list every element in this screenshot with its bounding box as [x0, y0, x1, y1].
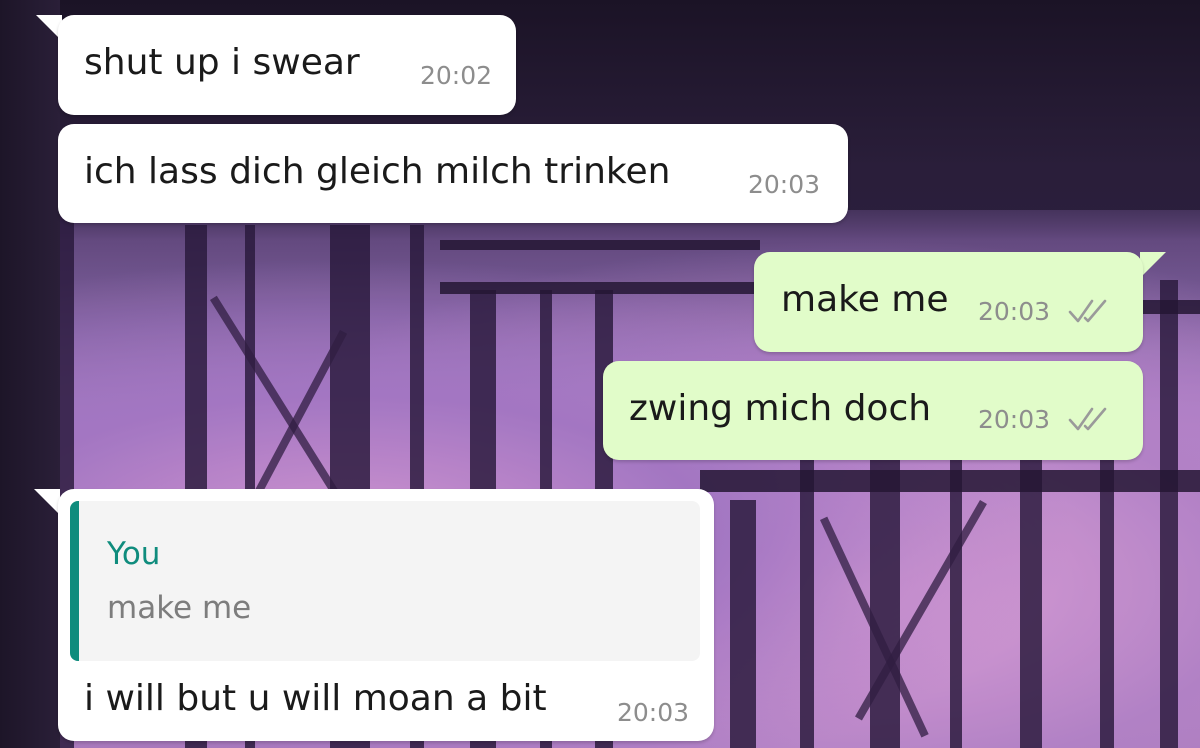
message-text: make me [781, 279, 949, 320]
window-bar [730, 500, 756, 748]
window-bar [1160, 280, 1178, 748]
window-bar [800, 460, 814, 748]
double-check-icon [1068, 299, 1107, 323]
message-bubble-incoming[interactable]: shut up i swear 20:02 [58, 15, 516, 115]
quoted-author: You [107, 536, 161, 572]
message-timestamp: 20:02 [420, 61, 493, 90]
message-timestamp: 20:03 [978, 405, 1051, 434]
quoted-message[interactable]: You make me [70, 501, 700, 661]
window-beam [440, 240, 760, 250]
message-text: i will but u will moan a bit [84, 678, 547, 719]
window-bar [1020, 460, 1042, 748]
message-bubble-outgoing[interactable]: zwing mich doch 20:03 [603, 361, 1143, 460]
wallpaper-wall [0, 0, 60, 748]
message-timestamp: 20:03 [978, 297, 1051, 326]
message-bubble-incoming[interactable]: You make me i will but u will moan a bit… [58, 489, 714, 741]
message-text: shut up i swear [84, 42, 360, 83]
double-check-icon [1068, 407, 1107, 431]
window-bar [1100, 460, 1114, 748]
message-timestamp: 20:03 [617, 698, 690, 727]
window-beam [700, 470, 1200, 492]
quoted-text: make me [107, 590, 252, 626]
window-bar [870, 460, 900, 748]
window-beam [1140, 300, 1200, 314]
message-text: zwing mich doch [629, 388, 932, 429]
bubble-tail [34, 489, 60, 515]
message-text: ich lass dich gleich milch trinken [84, 151, 671, 192]
message-bubble-outgoing[interactable]: make me 20:03 [754, 252, 1143, 352]
bubble-tail [1140, 252, 1166, 278]
message-bubble-incoming[interactable]: ich lass dich gleich milch trinken 20:03 [58, 124, 848, 223]
window-bar [950, 460, 962, 748]
message-timestamp: 20:03 [748, 170, 821, 199]
window-beam [440, 282, 770, 294]
